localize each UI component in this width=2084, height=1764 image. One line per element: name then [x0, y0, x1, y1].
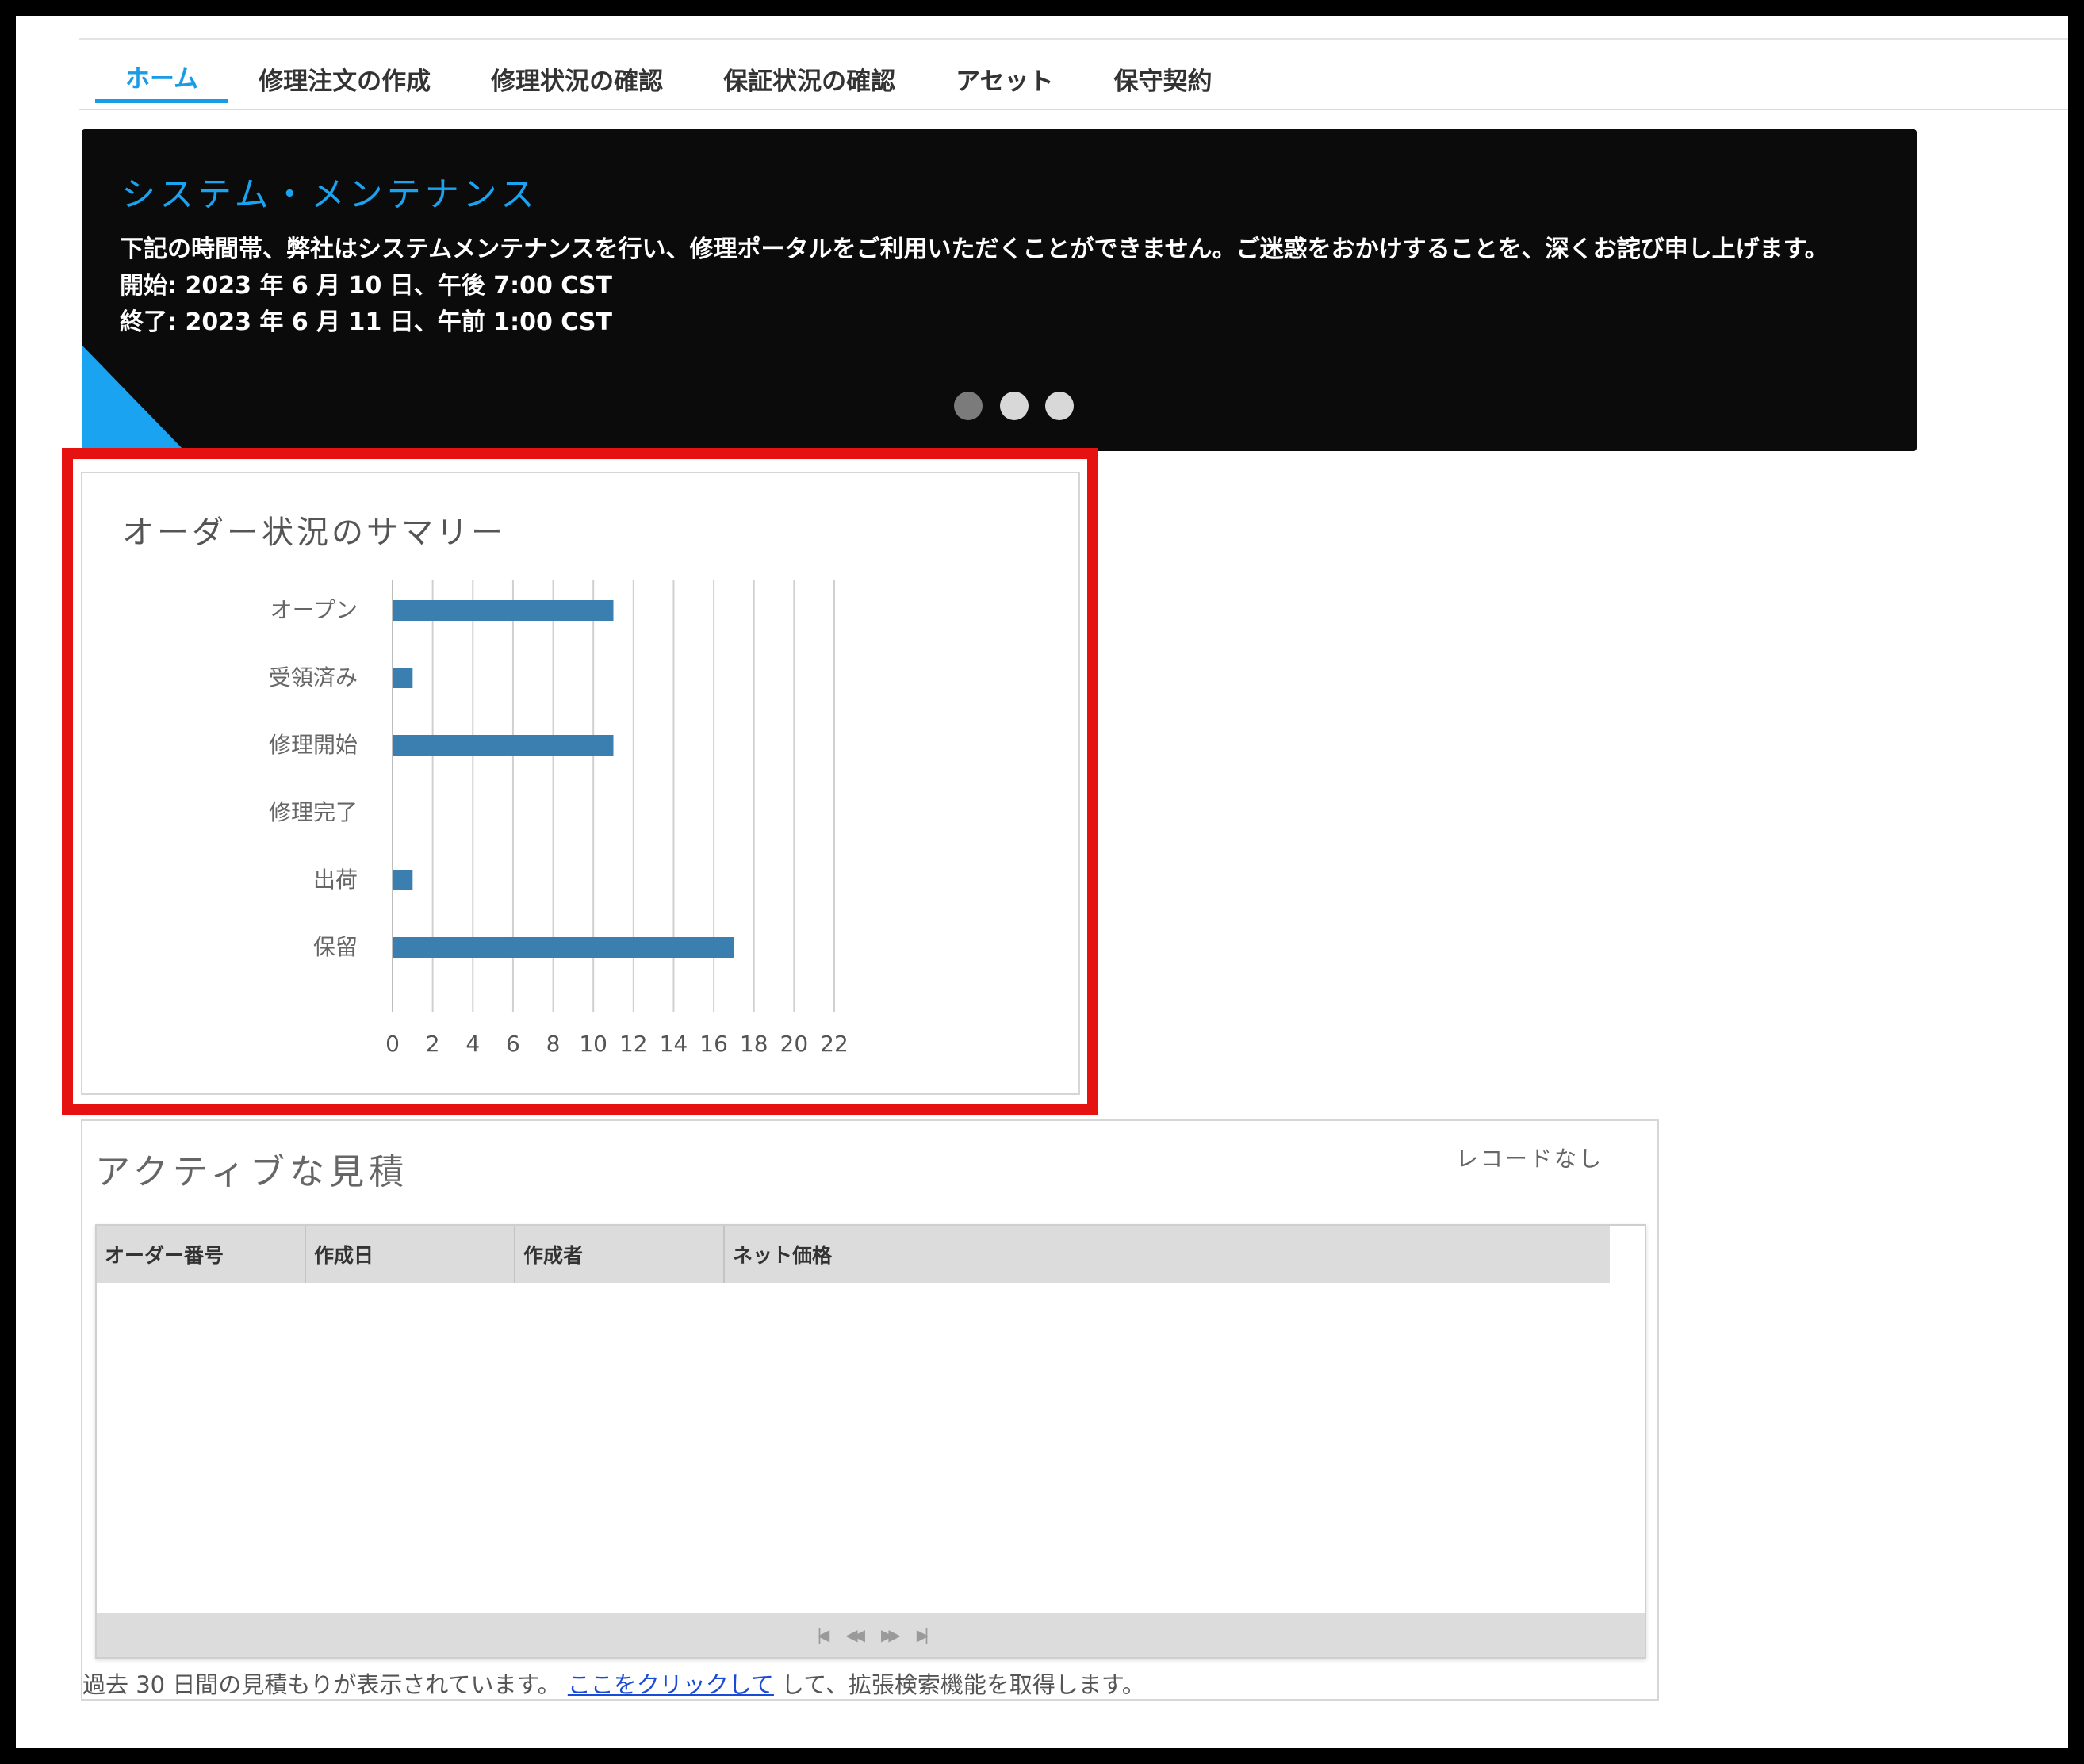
quotes-table: オーダー番号 作成日 作成者 ネット価格 |◀ ◀◀ ▶▶ ▶|: [95, 1224, 1646, 1659]
banner-title: システム・メンテナンス: [121, 175, 538, 215]
first-page-icon[interactable]: |◀: [817, 1625, 829, 1644]
column-header-order-number[interactable]: オーダー番号: [97, 1226, 306, 1283]
column-header-created-date[interactable]: 作成日: [306, 1226, 515, 1283]
tab-assets[interactable]: アセット: [925, 54, 1083, 103]
page-canvas: ホーム 修理注文の作成 修理状況の確認 保証状況の確認 アセット 保守契約 シス…: [16, 16, 2068, 1748]
quotes-title: アクティブな見積: [95, 1152, 409, 1192]
prev-page-icon[interactable]: ◀◀: [845, 1625, 865, 1644]
highlight-box: [62, 448, 1098, 1115]
next-page-icon[interactable]: ▶▶: [881, 1625, 901, 1644]
maintenance-banner: システム・メンテナンス 下記の時間帯、弊社はシステムメンテナンスを行い、修理ポー…: [82, 129, 1917, 451]
column-header-created-by[interactable]: 作成者: [515, 1226, 725, 1283]
no-records-label: レコードなし: [1456, 1146, 1604, 1172]
tab-create-repair-order[interactable]: 修理注文の作成: [228, 54, 461, 103]
main-nav-tabs: ホーム 修理注文の作成 修理状況の確認 保証状況の確認 アセット 保守契約: [95, 54, 1242, 109]
table-pager: |◀ ◀◀ ▶▶ ▶|: [97, 1613, 1645, 1657]
extended-search-link[interactable]: ここをクリックして: [568, 1671, 774, 1698]
column-header-net-price[interactable]: ネット価格: [725, 1226, 1610, 1283]
tab-warranty-status[interactable]: 保証状況の確認: [693, 54, 925, 103]
banner-accent-triangle: [82, 345, 185, 451]
footnote-text: 過去 30 日間の見積もりが表示されています。: [82, 1671, 561, 1698]
carousel-dot-2[interactable]: [1000, 392, 1029, 420]
banner-message: 下記の時間帯、弊社はシステムメンテナンスを行い、修理ポータルをご利用いただくこと…: [120, 235, 1829, 263]
tab-maintenance-contract[interactable]: 保守契約: [1083, 54, 1242, 103]
table-header: オーダー番号 作成日 作成者 ネット価格: [97, 1226, 1610, 1283]
active-quotes-card: アクティブな見積 レコードなし オーダー番号 作成日 作成者 ネット価格 |◀ …: [81, 1119, 1659, 1701]
last-page-icon[interactable]: ▶|: [917, 1625, 929, 1644]
tabs-divider: [79, 109, 2068, 110]
quotes-footnote: 過去 30 日間の見積もりが表示されています。 ここをクリックして して、拡張検…: [82, 1666, 1145, 1700]
banner-start-time: 開始: 2023 年 6 月 10 日、午後 7:00 CST: [120, 272, 612, 300]
carousel-dot-1[interactable]: [954, 392, 983, 420]
tab-home[interactable]: ホーム: [95, 54, 229, 103]
tab-repair-status[interactable]: 修理状況の確認: [461, 54, 693, 103]
banner-end-time: 終了: 2023 年 6 月 11 日、午前 1:00 CST: [120, 308, 612, 336]
footnote-text-after: して、拡張検索機能を取得します。: [781, 1671, 1145, 1698]
carousel-dot-3[interactable]: [1045, 392, 1074, 420]
header-divider: [79, 38, 2068, 40]
